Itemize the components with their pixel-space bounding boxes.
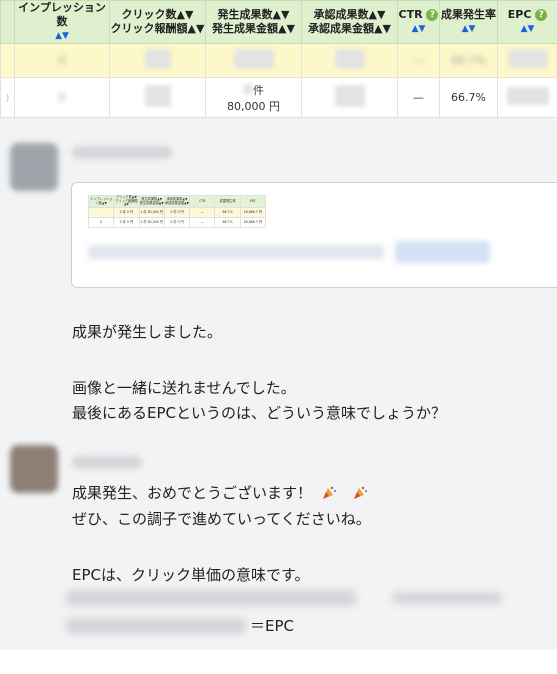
col-conversion-amount-label: 発生成果金額▲▼ bbox=[212, 22, 295, 35]
col-approved-amount-label: 承認成果金額▲▼ bbox=[308, 22, 391, 35]
col-conversions-header[interactable]: 発生成果数▲▼ 発生成果金額▲▼ bbox=[205, 0, 302, 44]
report-table: インプレッション数 ▲▼ クリック数▲▼ クリック報酬額▲▼ 発生成果数▲▼ 発… bbox=[0, 0, 557, 118]
avatar bbox=[10, 445, 58, 493]
redacted-text bbox=[66, 618, 246, 634]
table-cell: — bbox=[397, 77, 440, 118]
col-clicks-header[interactable]: クリック数▲▼ クリック報酬額▲▼ bbox=[109, 0, 206, 44]
table-cell: 件 80,000 円 bbox=[205, 77, 302, 118]
table-cell: ) bbox=[0, 77, 15, 118]
table-cell bbox=[497, 43, 557, 78]
col-impressions-label: インプレッション数 bbox=[18, 1, 106, 28]
col-edge-header bbox=[0, 0, 15, 44]
message-text: 画像と一緒に送れませんでした。 bbox=[72, 379, 296, 397]
avatar bbox=[10, 143, 58, 191]
message-text: 成果発生、おめでとうございます！ bbox=[72, 481, 368, 506]
table-cell bbox=[0, 43, 15, 78]
report-header-row: インプレッション数 ▲▼ クリック数▲▼ クリック報酬額▲▼ 発生成果数▲▼ 発… bbox=[0, 0, 557, 44]
table-cell bbox=[497, 77, 557, 118]
sort-arrows[interactable]: ▲▼ bbox=[498, 22, 557, 36]
col-approved-header[interactable]: 承認成果数▲▼ 承認成果金額▲▼ bbox=[301, 0, 398, 44]
attachment-card[interactable]: インプレッション数▲▼ クリック数▲▼ クリック報酬額▲▼ 発生成果数▲▼ 発生… bbox=[71, 182, 557, 288]
table-cell: 0 bbox=[14, 77, 110, 118]
chat-thread: インプレッション数▲▼ クリック数▲▼ クリック報酬額▲▼ 発生成果数▲▼ 発生… bbox=[0, 118, 557, 650]
col-epc-label: EPC bbox=[507, 8, 532, 21]
col-clicks-label: クリック数▲▼ bbox=[121, 8, 194, 21]
help-icon[interactable]: ? bbox=[426, 9, 439, 21]
sort-arrows[interactable]: ▲▼ bbox=[15, 29, 109, 43]
sender-name bbox=[72, 146, 172, 159]
table-cell bbox=[301, 77, 398, 118]
table-cell: 66.7% bbox=[439, 77, 498, 118]
table-cell: 0 bbox=[14, 43, 110, 78]
help-icon[interactable]: ? bbox=[535, 9, 548, 21]
col-cvr-header[interactable]: 成果発生率 ▲▼ bbox=[439, 0, 498, 44]
sender-name bbox=[72, 456, 142, 469]
table-cell bbox=[301, 43, 398, 78]
table-row: 0 — 66.7% bbox=[0, 43, 557, 78]
table-cell: — bbox=[397, 43, 440, 78]
party-popper-icon bbox=[353, 486, 367, 499]
thumbnail-table: インプレッション数▲▼ クリック数▲▼ クリック報酬額▲▼ 発生成果数▲▼ 発生… bbox=[87, 195, 267, 228]
ctr-value: — bbox=[413, 91, 424, 104]
table-cell bbox=[109, 77, 206, 118]
cvr-value: 66.7% bbox=[451, 91, 486, 104]
conversion-amount: 80,000 円 bbox=[227, 99, 280, 113]
col-ctr-label: CTR bbox=[398, 8, 423, 21]
message-text: ぜひ、この調子で進めていってくださいね。 bbox=[72, 510, 371, 528]
col-click-reward-label: クリック報酬額▲▼ bbox=[110, 22, 205, 35]
party-popper-icon bbox=[322, 486, 336, 499]
table-cell bbox=[109, 43, 206, 78]
col-epc-header[interactable]: EPC ? ▲▼ bbox=[497, 0, 557, 44]
message-text: 最後にあるEPCというのは、どういう意味でしょうか？ bbox=[72, 404, 446, 422]
col-conversions-label: 発生成果数▲▼ bbox=[217, 8, 290, 21]
col-approved-label: 承認成果数▲▼ bbox=[313, 8, 386, 21]
col-ctr-header[interactable]: CTR ? ▲▼ bbox=[397, 0, 440, 44]
redacted-text bbox=[392, 592, 502, 604]
message-text: EPCは、クリック単価の意味です。 bbox=[72, 566, 310, 584]
sort-arrows[interactable]: ▲▼ bbox=[398, 22, 439, 36]
message-body: 成果発生、おめでとうございます！ bbox=[72, 484, 313, 502]
sort-arrows[interactable]: ▲▼ bbox=[440, 22, 497, 36]
table-cell: 66.7% bbox=[439, 43, 498, 78]
message-text: 成果が発生しました。 bbox=[72, 323, 223, 341]
attachment-button[interactable] bbox=[395, 241, 490, 263]
table-cell bbox=[205, 43, 302, 78]
redacted-text bbox=[66, 590, 356, 606]
table-row: ) 0 件 80,000 円 — 66.7% bbox=[0, 77, 557, 118]
col-cvr-label: 成果発生率 bbox=[441, 8, 496, 21]
conversion-count-unit: 件 bbox=[253, 83, 264, 97]
attachment-filename bbox=[88, 245, 384, 259]
col-impressions-header[interactable]: インプレッション数 ▲▼ bbox=[14, 0, 110, 44]
message-text: ＝EPC bbox=[250, 617, 294, 635]
